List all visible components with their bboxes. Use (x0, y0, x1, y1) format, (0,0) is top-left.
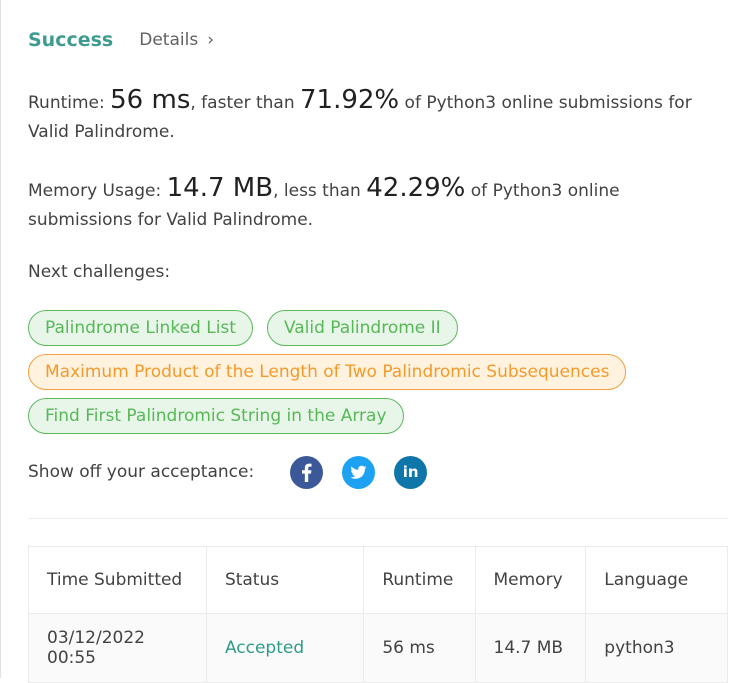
challenge-chip-maximum-product[interactable]: Maximum Product of the Length of Two Pal… (28, 354, 627, 390)
header-language[interactable]: Language (585, 546, 728, 614)
runtime-label: Runtime: (28, 93, 111, 113)
details-link[interactable]: Details › (139, 30, 214, 50)
memory-value: 14.7 MB (166, 173, 274, 203)
cell-time-submitted: 03/12/2022 00:55 (28, 613, 207, 683)
header-runtime[interactable]: Runtime (363, 546, 476, 614)
submissions-table: Time Submitted Status Runtime Memory Lan… (28, 546, 728, 683)
details-label: Details (139, 30, 199, 50)
runtime-percent: 71.92% (300, 85, 400, 115)
runtime-value: 56 ms (110, 85, 191, 115)
challenge-chip-find-first-palindromic-string[interactable]: Find First Palindromic String in the Arr… (28, 398, 404, 434)
header-status[interactable]: Status (205, 546, 365, 614)
memory-percent: 42.29% (366, 173, 466, 203)
success-status: Success (28, 29, 114, 51)
facebook-icon[interactable] (290, 455, 324, 489)
cell-memory: 14.7 MB (474, 613, 587, 683)
cell-language: python3 (585, 613, 728, 683)
header-memory[interactable]: Memory (474, 546, 587, 614)
cell-status-accepted-link[interactable]: Accepted (205, 613, 365, 683)
chevron-right-icon: › (207, 30, 214, 50)
runtime-stat: Runtime: 56 ms, faster than 71.92% of Py… (28, 86, 728, 147)
memory-stat: Memory Usage: 14.7 MB, less than 42.29% … (28, 174, 728, 235)
left-border (0, 0, 1, 678)
share-row: Show off your acceptance: in (28, 455, 446, 489)
divider (28, 518, 728, 519)
share-label: Show off your acceptance: (28, 462, 255, 482)
next-challenges-label: Next challenges: (28, 262, 171, 282)
runtime-mid: , faster than (190, 93, 300, 113)
table-header-row: Time Submitted Status Runtime Memory Lan… (28, 546, 728, 614)
table-row: 03/12/2022 00:55 Accepted 56 ms 14.7 MB … (28, 613, 728, 683)
memory-label: Memory Usage: (28, 181, 167, 201)
twitter-icon[interactable] (342, 455, 376, 489)
cell-runtime: 56 ms (363, 613, 476, 683)
next-challenges-list: Palindrome Linked List Valid Palindrome … (28, 310, 728, 442)
challenge-chip-palindrome-linked-list[interactable]: Palindrome Linked List (28, 310, 253, 346)
linkedin-icon[interactable]: in (394, 455, 428, 489)
memory-mid: , less than (273, 181, 367, 201)
header-time-submitted[interactable]: Time Submitted (28, 546, 207, 614)
challenge-chip-valid-palindrome-ii[interactable]: Valid Palindrome II (266, 310, 458, 346)
result-header: Success Details › (28, 27, 214, 53)
